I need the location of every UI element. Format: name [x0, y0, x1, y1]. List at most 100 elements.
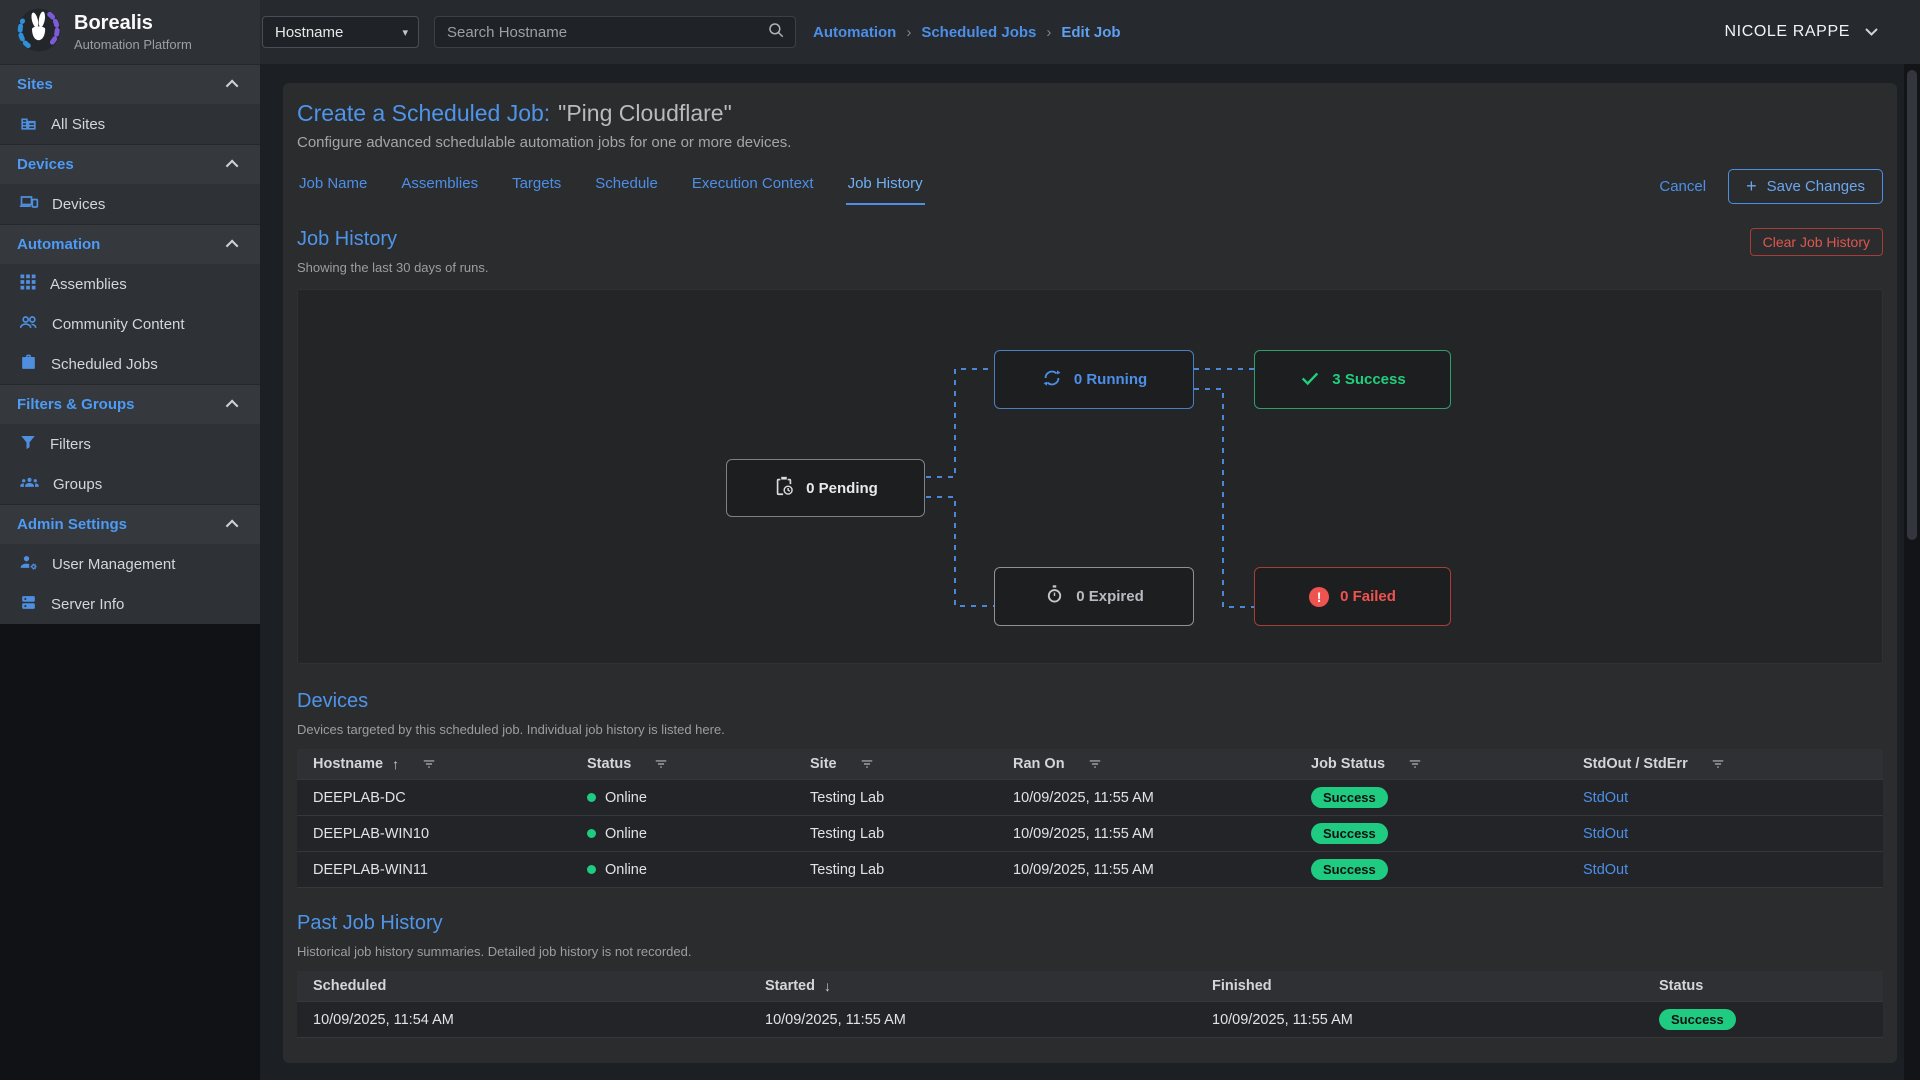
column-finished[interactable]: Finished [1212, 978, 1659, 994]
stdout-link[interactable]: StdOut [1583, 826, 1628, 842]
hostname-dropdown[interactable]: Hostname ▾ [262, 16, 419, 48]
table-row: DEEPLAB-WIN10 Online Testing Lab 10/09/2… [297, 816, 1883, 852]
stdout-link[interactable]: StdOut [1583, 862, 1628, 878]
sidebar-item-assemblies[interactable]: Assemblies [0, 264, 260, 304]
tab-job-history[interactable]: Job History [846, 167, 925, 205]
past-job-history-subtitle: Historical job history summaries. Detail… [297, 944, 692, 959]
job-history-title: Job History [297, 228, 489, 251]
success-status-box: 3 Success [1254, 350, 1451, 409]
status-badge: Success [1311, 859, 1388, 880]
tab-execution-context[interactable]: Execution Context [690, 167, 816, 205]
column-stdout-stderr[interactable]: StdOut / StdErr [1583, 756, 1883, 772]
hostname-cell: DEEPLAB-WIN10 [313, 826, 587, 842]
chevron-up-icon [226, 80, 239, 93]
sidebar-item-scheduled-jobs[interactable]: Scheduled Jobs [0, 344, 260, 384]
sidebar-item-server-info[interactable]: Server Info [0, 584, 260, 624]
column-site[interactable]: Site [810, 756, 1013, 772]
column-ran-on[interactable]: Ran On [1013, 756, 1311, 772]
table-row: DEEPLAB-DC Online Testing Lab 10/09/2025… [297, 780, 1883, 816]
clear-job-history-button[interactable]: Clear Job History [1750, 228, 1883, 256]
column-status[interactable]: Status [1659, 978, 1883, 994]
online-status-dot [587, 793, 596, 802]
sidebar-section-filters-groups[interactable]: Filters & Groups [0, 384, 260, 424]
stdout-link[interactable]: StdOut [1583, 790, 1628, 806]
tab-bar: Job Name Assemblies Targets Schedule Exe… [297, 167, 1883, 205]
filter-icon[interactable] [1088, 757, 1102, 771]
groups-icon [19, 472, 40, 497]
running-status-box: 0 Running [994, 350, 1194, 409]
online-status-dot [587, 829, 596, 838]
scheduled-job-card: Create a Scheduled Job:"Ping Cloudflare"… [283, 83, 1897, 1063]
borealis-logo-icon [16, 7, 62, 58]
past-table-header: Scheduled Started ↓ Finished Status [297, 971, 1883, 1002]
job-status-flow-panel: 0 Pending 0 Running 3 Success 0 Expired … [297, 289, 1883, 664]
page-subtitle: Configure advanced schedulable automatio… [297, 134, 1883, 151]
tab-assemblies[interactable]: Assemblies [399, 167, 480, 205]
sidebar: Borealis Automation Platform Sites All S… [0, 0, 260, 624]
sidebar-section-sites[interactable]: Sites [0, 64, 260, 104]
job-history-subtitle: Showing the last 30 days of runs. [297, 260, 489, 275]
breadcrumb: Automation › Scheduled Jobs › Edit Job [813, 24, 1121, 41]
page-title: Create a Scheduled Job:"Ping Cloudflare" [297, 100, 1883, 127]
breadcrumb-edit-job: Edit Job [1061, 24, 1120, 41]
search-icon [767, 21, 785, 44]
plus-icon: + [1746, 177, 1757, 195]
funnel-icon [19, 433, 37, 455]
devices-table-header: Hostname ↑ Status Site Ran On Job [297, 749, 1883, 780]
tab-schedule[interactable]: Schedule [593, 167, 660, 205]
breadcrumb-scheduled-jobs[interactable]: Scheduled Jobs [921, 24, 1036, 41]
sidebar-section-devices[interactable]: Devices [0, 144, 260, 184]
column-status[interactable]: Status [587, 756, 810, 772]
caret-down-icon: ▾ [402, 26, 408, 39]
sidebar-item-groups[interactable]: Groups [0, 464, 260, 504]
filter-icon[interactable] [1408, 757, 1422, 771]
hostname-cell: DEEPLAB-WIN11 [313, 862, 587, 878]
cancel-button[interactable]: Cancel [1659, 178, 1706, 195]
chevron-up-icon [226, 160, 239, 173]
filter-icon[interactable] [860, 757, 874, 771]
status-badge: Success [1659, 1009, 1736, 1030]
filter-icon[interactable] [422, 757, 436, 771]
brand-name: Borealis [74, 12, 192, 34]
checkmark-icon [1299, 367, 1321, 393]
sidebar-item-user-management[interactable]: User Management [0, 544, 260, 584]
topbar: Hostname ▾ Automation › Scheduled Jobs ›… [260, 0, 1920, 64]
user-menu[interactable]: NICOLE RAPPE [1725, 23, 1878, 41]
sidebar-section-admin-settings[interactable]: Admin Settings [0, 504, 260, 544]
error-icon: ! [1309, 587, 1329, 607]
column-job-status[interactable]: Job Status [1311, 756, 1583, 772]
brand: Borealis Automation Platform [0, 0, 260, 64]
devices-table: Hostname ↑ Status Site Ran On Job [297, 749, 1883, 888]
people-icon [19, 312, 39, 336]
filter-icon[interactable] [1711, 757, 1725, 771]
chevron-up-icon [226, 240, 239, 253]
main-content: Create a Scheduled Job:"Ping Cloudflare"… [260, 64, 1920, 1080]
scrollbar[interactable] [1904, 64, 1920, 1080]
sidebar-item-all-sites[interactable]: All Sites [0, 104, 260, 144]
status-badge: Success [1311, 787, 1388, 808]
column-started[interactable]: Started ↓ [765, 978, 1212, 994]
sidebar-section-automation[interactable]: Automation [0, 224, 260, 264]
search-input[interactable] [447, 24, 767, 41]
past-job-history-table: Scheduled Started ↓ Finished Status 10/0… [297, 971, 1883, 1038]
search-box [434, 16, 796, 48]
breadcrumb-automation[interactable]: Automation [813, 24, 896, 41]
sort-descending-icon: ↓ [824, 978, 831, 994]
sidebar-item-devices[interactable]: Devices [0, 184, 260, 224]
tab-targets[interactable]: Targets [510, 167, 563, 205]
sort-ascending-icon: ↑ [392, 756, 399, 772]
table-row: 10/09/2025, 11:54 AM 10/09/2025, 11:55 A… [297, 1002, 1883, 1038]
sidebar-item-community-content[interactable]: Community Content [0, 304, 260, 344]
grid-icon [19, 273, 37, 295]
clipboard-clock-icon [773, 475, 795, 501]
server-icon [19, 593, 38, 616]
sidebar-item-filters[interactable]: Filters [0, 424, 260, 464]
save-changes-button[interactable]: + Save Changes [1728, 169, 1883, 204]
column-scheduled[interactable]: Scheduled [313, 978, 765, 994]
tab-job-name[interactable]: Job Name [297, 167, 369, 205]
status-badge: Success [1311, 823, 1388, 844]
scrollbar-thumb[interactable] [1907, 70, 1917, 540]
filter-icon[interactable] [654, 757, 668, 771]
column-hostname[interactable]: Hostname ↑ [313, 756, 587, 772]
stopwatch-icon [1044, 584, 1065, 609]
